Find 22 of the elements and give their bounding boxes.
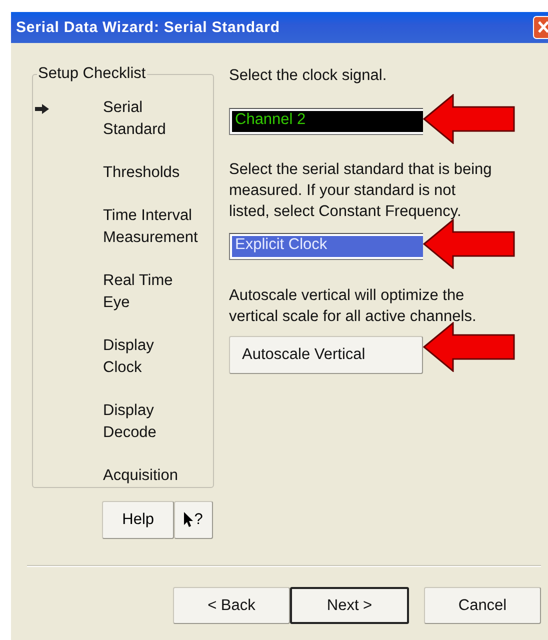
cursor-icon <box>184 512 194 528</box>
checklist-item[interactable]: Time Interval Measurement <box>103 205 213 249</box>
close-icon[interactable] <box>533 16 548 39</box>
checklist-item[interactable]: Serial Standard <box>103 97 213 141</box>
back-button[interactable]: < Back <box>173 587 290 624</box>
checklist-item[interactable]: Real Time Eye <box>103 270 213 314</box>
whats-this-button[interactable]: ? <box>174 501 213 539</box>
autoscale-button[interactable]: Autoscale Vertical <box>229 336 423 374</box>
checklist-item[interactable]: Acquisition <box>103 465 213 487</box>
checklist-item[interactable]: Display Decode <box>103 400 213 444</box>
instruction-text: Select the serial standard that is being measured. If your standard is not listed, select Constant Frequency. <box>229 160 493 222</box>
checklist-item[interactable]: Thresholds <box>103 162 213 184</box>
dropdown[interactable]: Channel 2 <box>229 108 423 135</box>
instruction-text: Select the clock signal. <box>229 66 388 86</box>
window-title: Serial Data Wizard: Serial Standard <box>16 19 280 36</box>
next-button[interactable]: Next > <box>290 587 409 624</box>
instruction-text: Autoscale vertical will optimize the vertical scale for all active channels. <box>229 286 478 327</box>
dropdown[interactable]: Explicit Clock <box>229 233 423 260</box>
group-title: Setup Checklist <box>37 65 147 83</box>
help-button[interactable]: Help <box>102 501 174 539</box>
checklist-item[interactable]: Display Clock <box>103 335 213 379</box>
cancel-button[interactable]: Cancel <box>424 587 541 624</box>
